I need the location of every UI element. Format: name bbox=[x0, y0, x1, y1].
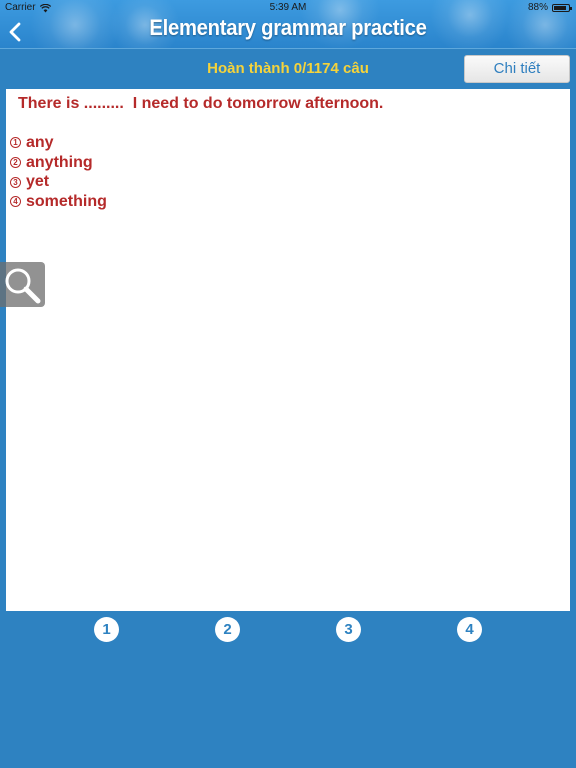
battery-fill bbox=[554, 6, 566, 10]
option-number: 4 bbox=[10, 196, 21, 208]
zoom-button[interactable] bbox=[0, 262, 45, 307]
option-2[interactable]: 2 anything bbox=[10, 153, 564, 173]
option-4[interactable]: 4 something bbox=[10, 192, 564, 212]
answer-button-3[interactable]: 3 bbox=[336, 617, 361, 642]
magnifier-icon bbox=[5, 268, 41, 304]
option-1[interactable]: 1 any bbox=[10, 133, 564, 153]
question-text: There is ......... I need to do tomorrow… bbox=[18, 95, 384, 112]
option-text: something bbox=[26, 192, 107, 210]
status-right: 88% bbox=[527, 0, 572, 16]
option-text: any bbox=[26, 133, 54, 151]
option-number: 3 bbox=[10, 176, 21, 188]
option-number: 1 bbox=[10, 137, 21, 149]
page-title: Elementary grammar practice bbox=[149, 15, 427, 40]
battery-icon bbox=[552, 4, 572, 12]
question-panel: There is ......... I need to do tomorrow… bbox=[6, 89, 570, 611]
answer-button-4[interactable]: 4 bbox=[457, 617, 482, 642]
option-3[interactable]: 3 yet bbox=[10, 172, 564, 192]
navigation-bar: Carrier 5:39 AM 88% Elementary grammar p… bbox=[0, 0, 576, 48]
answer-button-1[interactable]: 1 bbox=[94, 617, 119, 642]
option-number: 2 bbox=[10, 157, 21, 169]
status-time: 5:39 AM bbox=[269, 2, 307, 13]
answer-button-2[interactable]: 2 bbox=[215, 617, 240, 642]
answer-buttons: 1 2 3 4 bbox=[0, 617, 576, 643]
detail-button[interactable]: Chi tiết bbox=[464, 55, 570, 83]
option-text: anything bbox=[26, 153, 93, 171]
progress-bar-header: Hoàn thành 0/1174 câu Chi tiết bbox=[0, 48, 576, 88]
battery-percent: 88% bbox=[527, 2, 548, 13]
status-bar: Carrier 5:39 AM 88% bbox=[0, 0, 576, 16]
app-screen: Carrier 5:39 AM 88% Elementary grammar p… bbox=[0, 0, 576, 768]
options-list: 1 any 2 anything 3 yet 4 something bbox=[10, 133, 564, 212]
option-text: yet bbox=[26, 173, 50, 191]
